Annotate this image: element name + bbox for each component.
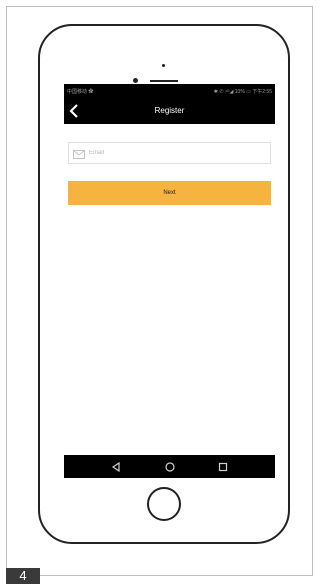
next-button[interactable]: Next bbox=[68, 181, 271, 205]
home-circle-icon[interactable] bbox=[164, 461, 176, 473]
email-input[interactable] bbox=[89, 145, 264, 161]
speaker-icon bbox=[150, 80, 178, 82]
page-number-badge: 4 bbox=[6, 568, 40, 584]
recents-square-icon[interactable] bbox=[217, 461, 229, 473]
phone-screen: 中国移动 ✿ ✱ ✆ ⁴ᴳ◢ 10% ▭ 下午2:55 Register Nex… bbox=[64, 84, 275, 478]
camera-icon bbox=[162, 64, 165, 67]
sensor-icon bbox=[133, 78, 138, 83]
form-area: Next bbox=[68, 84, 271, 478]
envelope-icon bbox=[73, 150, 85, 159]
email-field[interactable] bbox=[68, 142, 271, 164]
back-triangle-icon[interactable] bbox=[110, 461, 122, 473]
home-button[interactable] bbox=[147, 487, 181, 521]
navigation-bar bbox=[64, 455, 275, 478]
